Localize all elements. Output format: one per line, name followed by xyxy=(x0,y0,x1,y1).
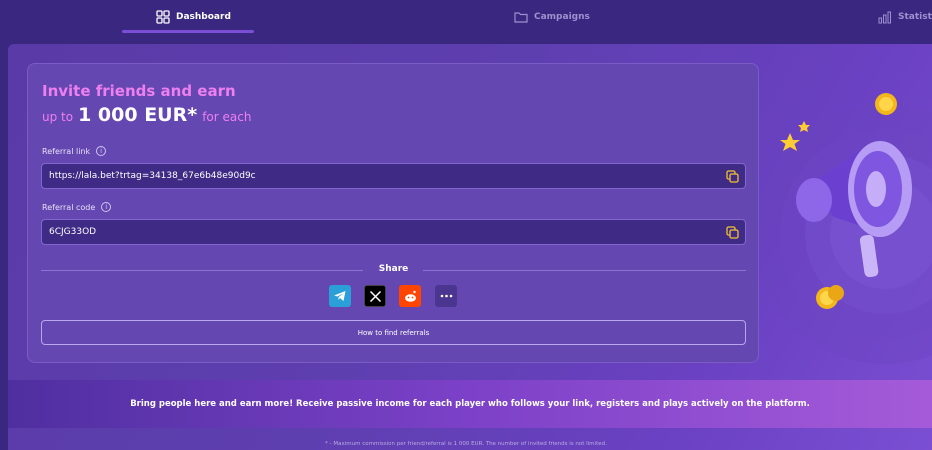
x-share-button[interactable] xyxy=(364,285,386,307)
reddit-icon xyxy=(404,290,416,302)
referral-code-field[interactable]: 6CJG33OD xyxy=(41,219,746,245)
coin-icon xyxy=(816,285,844,309)
referral-link-label-row: Referral link i xyxy=(42,146,107,156)
invite-title: Invite friends and earn xyxy=(42,82,236,100)
megaphone-icon xyxy=(796,141,912,278)
telegram-icon xyxy=(334,291,346,301)
folder-icon xyxy=(514,12,528,23)
tab-label: Campaigns xyxy=(534,12,590,22)
footnote: * - Maximum commission per friend/referr… xyxy=(325,441,607,447)
for-each-text: for each xyxy=(202,110,252,124)
share-divider: Share xyxy=(41,264,746,276)
info-banner: Bring people here and earn more! Receive… xyxy=(8,380,932,428)
invite-subtitle: up to 1 000 EUR* for each xyxy=(42,104,251,126)
tab-statistic[interactable]: Statistic xyxy=(878,0,932,34)
share-label: Share xyxy=(378,264,409,274)
active-tab-indicator xyxy=(122,30,254,33)
tab-label: Dashboard xyxy=(176,12,231,22)
referral-code-value: 6CJG33OD xyxy=(49,227,97,237)
megaphone-illustration xyxy=(780,93,912,309)
bar-chart-icon xyxy=(878,11,891,24)
referral-link-field[interactable]: https://lala.bet?trtag=34138_67e6b48e90d… xyxy=(41,163,746,189)
referral-code-label-row: Referral code i xyxy=(42,202,112,212)
invite-card: Invite friends and earn up to 1 000 EUR*… xyxy=(27,63,759,363)
copy-icon[interactable] xyxy=(726,226,739,239)
top-tabs: Dashboard Campaigns Statistic xyxy=(0,0,932,34)
more-share-button[interactable] xyxy=(435,285,457,307)
more-icon xyxy=(440,294,452,298)
copy-icon[interactable] xyxy=(726,170,739,183)
up-to-text: up to xyxy=(42,110,74,124)
referral-code-label: Referral code xyxy=(42,202,96,212)
info-icon[interactable]: i xyxy=(101,202,112,212)
tab-label: Statistic xyxy=(898,12,932,22)
referral-link-label: Referral link xyxy=(42,146,91,156)
telegram-share-button[interactable] xyxy=(329,285,351,307)
banner-text: Bring people here and earn more! Receive… xyxy=(130,399,810,409)
amount-text: 1 000 EUR* xyxy=(78,104,198,126)
info-icon[interactable]: i xyxy=(96,146,107,156)
star-icon xyxy=(780,121,810,151)
how-to-find-referrals-button[interactable]: How to find referrals xyxy=(41,320,746,345)
reddit-share-button[interactable] xyxy=(399,285,421,307)
dashboard-icon xyxy=(156,10,170,24)
tab-campaigns[interactable]: Campaigns xyxy=(514,0,590,34)
tab-dashboard[interactable]: Dashboard xyxy=(156,0,231,34)
coin-icon xyxy=(875,93,897,115)
referral-link-value: https://lala.bet?trtag=34138_67e6b48e90d… xyxy=(49,171,256,181)
x-icon xyxy=(369,290,381,302)
